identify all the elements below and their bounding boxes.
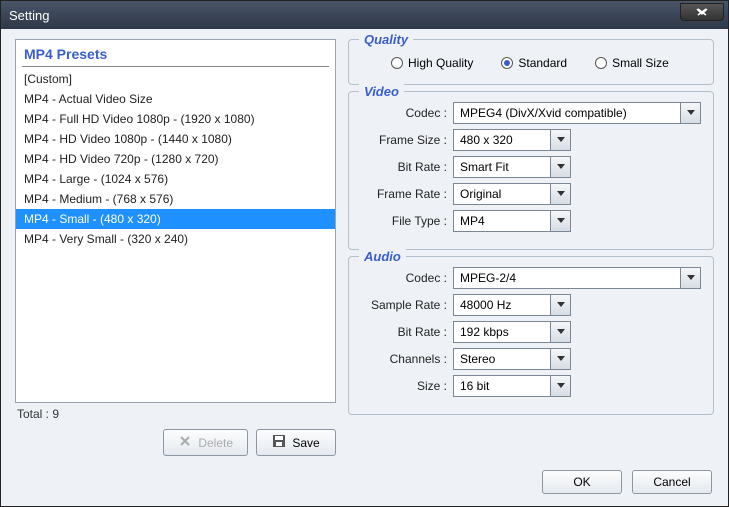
audio-channels-label: Channels : — [361, 352, 453, 366]
ok-button[interactable]: OK — [542, 470, 622, 494]
preset-item[interactable]: [Custom] — [16, 69, 335, 89]
window-title: Setting — [9, 8, 49, 23]
audio-group-title: Audio — [359, 249, 406, 264]
save-button[interactable]: Save — [256, 429, 336, 456]
preset-list[interactable]: [Custom]MP4 - Actual Video SizeMP4 - Ful… — [16, 69, 335, 249]
audio-group: Audio Codec : MPEG-2/4 Sample Rate : 480… — [348, 256, 714, 415]
video-codec-label: Codec : — [361, 106, 453, 120]
audio-channels-select[interactable]: Stereo — [453, 348, 571, 370]
delete-icon — [178, 434, 192, 451]
chevron-down-icon[interactable] — [551, 156, 571, 178]
cancel-button[interactable]: Cancel — [632, 470, 712, 494]
chevron-down-icon[interactable] — [551, 294, 571, 316]
video-file-type-label: File Type : — [361, 214, 453, 228]
quality-radio[interactable]: Standard — [501, 56, 567, 70]
quality-radio-label: Small Size — [612, 56, 669, 70]
floppy-icon — [272, 434, 286, 451]
title-bar: Setting — [1, 1, 728, 29]
audio-sample-rate-label: Sample Rate : — [361, 298, 453, 312]
video-frame-rate-label: Frame Rate : — [361, 187, 453, 201]
close-icon — [695, 8, 709, 16]
video-frame-size-select[interactable]: 480 x 320 — [453, 129, 571, 151]
total-label: Total : 9 — [15, 403, 336, 425]
video-file-type-select[interactable]: MP4 — [453, 210, 571, 232]
quality-radio[interactable]: Small Size — [595, 56, 669, 70]
chevron-down-icon[interactable] — [551, 348, 571, 370]
audio-size-select[interactable]: 16 bit — [453, 375, 571, 397]
video-frame-size-label: Frame Size : — [361, 133, 453, 147]
audio-bit-rate-select[interactable]: 192 kbps — [453, 321, 571, 343]
preset-item[interactable]: MP4 - Small - (480 x 320) — [16, 209, 335, 229]
radio-icon — [501, 57, 513, 69]
close-button[interactable] — [680, 3, 724, 21]
video-group: Video Codec : MPEG4 (DivX/Xvid compatibl… — [348, 91, 714, 250]
quality-radio-label: Standard — [518, 56, 567, 70]
quality-radio[interactable]: High Quality — [391, 56, 473, 70]
preset-list-box: MP4 Presets [Custom]MP4 - Actual Video S… — [15, 39, 336, 403]
preset-item[interactable]: MP4 - Very Small - (320 x 240) — [16, 229, 335, 249]
audio-codec-select[interactable]: MPEG-2/4 — [453, 267, 701, 289]
preset-item[interactable]: MP4 - Actual Video Size — [16, 89, 335, 109]
audio-sample-rate-select[interactable]: 48000 Hz — [453, 294, 571, 316]
video-codec-select[interactable]: MPEG4 (DivX/Xvid compatible) — [453, 102, 701, 124]
preset-item[interactable]: MP4 - Full HD Video 1080p - (1920 x 1080… — [16, 109, 335, 129]
preset-item[interactable]: MP4 - Large - (1024 x 576) — [16, 169, 335, 189]
quality-group: Quality High QualityStandardSmall Size — [348, 39, 714, 85]
preset-item[interactable]: MP4 - Medium - (768 x 576) — [16, 189, 335, 209]
preset-item[interactable]: MP4 - HD Video 720p - (1280 x 720) — [16, 149, 335, 169]
preset-header: MP4 Presets — [16, 40, 335, 66]
preset-item[interactable]: MP4 - HD Video 1080p - (1440 x 1080) — [16, 129, 335, 149]
audio-bit-rate-label: Bit Rate : — [361, 325, 453, 339]
chevron-down-icon[interactable] — [551, 375, 571, 397]
chevron-down-icon[interactable] — [551, 321, 571, 343]
radio-icon — [595, 57, 607, 69]
chevron-down-icon[interactable] — [551, 210, 571, 232]
video-group-title: Video — [359, 84, 404, 99]
audio-codec-label: Codec : — [361, 271, 453, 285]
radio-icon — [391, 57, 403, 69]
chevron-down-icon[interactable] — [681, 102, 701, 124]
chevron-down-icon[interactable] — [551, 129, 571, 151]
video-bit-rate-label: Bit Rate : — [361, 160, 453, 174]
audio-size-label: Size : — [361, 379, 453, 393]
quality-group-title: Quality — [359, 32, 413, 47]
delete-button: Delete — [163, 429, 248, 456]
video-frame-rate-select[interactable]: Original — [453, 183, 571, 205]
chevron-down-icon[interactable] — [551, 183, 571, 205]
video-bit-rate-select[interactable]: Smart Fit — [453, 156, 571, 178]
quality-radio-label: High Quality — [408, 56, 473, 70]
chevron-down-icon[interactable] — [681, 267, 701, 289]
